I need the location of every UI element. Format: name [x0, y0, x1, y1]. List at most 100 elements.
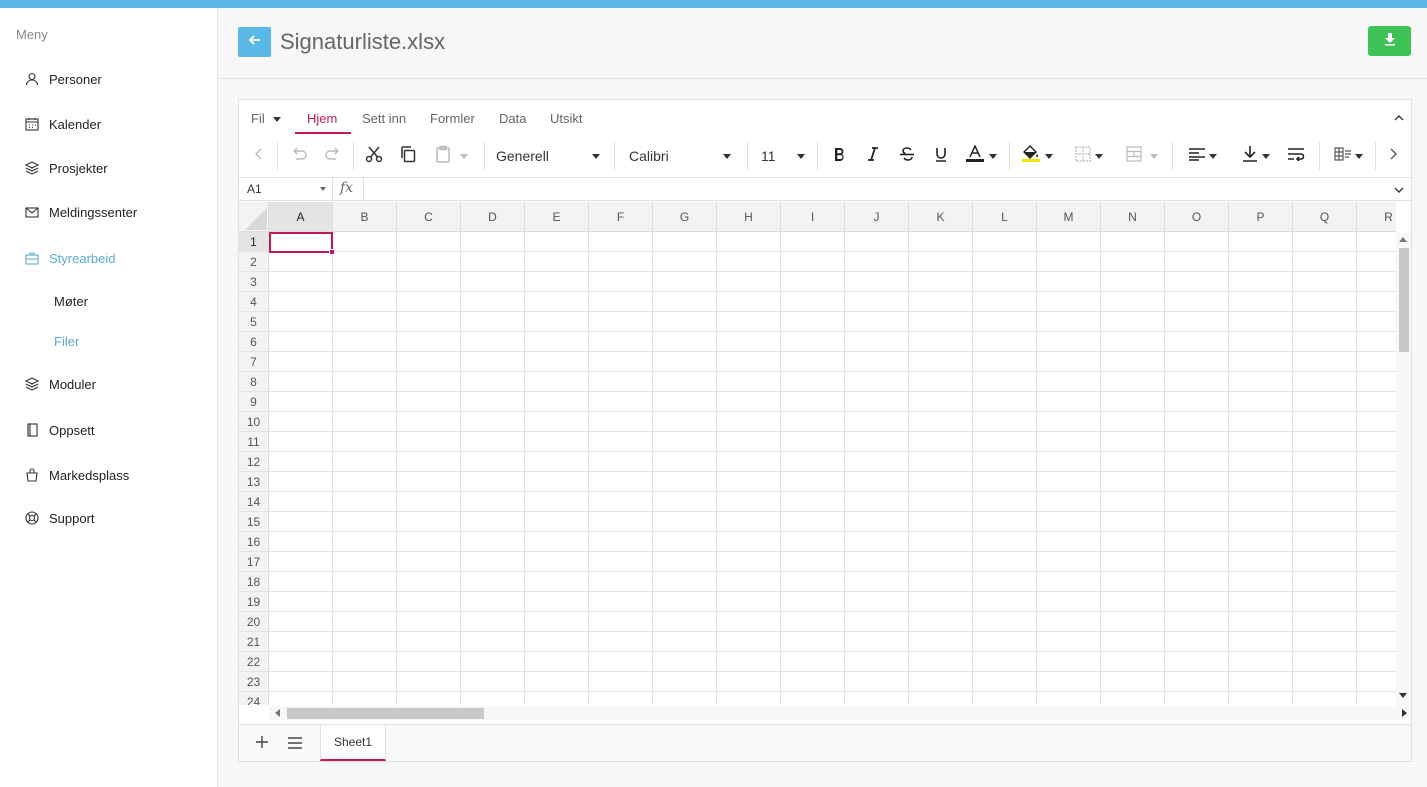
column-header-m[interactable]: M — [1037, 202, 1101, 232]
row-header-9[interactable]: 9 — [239, 392, 269, 412]
row-header-6[interactable]: 6 — [239, 332, 269, 352]
paste-button[interactable] — [431, 144, 471, 168]
sheet-tab-sheet1[interactable]: Sheet1 — [320, 725, 386, 761]
column-header-q[interactable]: Q — [1293, 202, 1357, 232]
horizontal-align-button[interactable] — [1185, 144, 1219, 168]
copy-button[interactable] — [397, 144, 419, 168]
row-header-18[interactable]: 18 — [239, 572, 269, 592]
row-header-23[interactable]: 23 — [239, 672, 269, 692]
sidebar-item-oppsett[interactable]: Oppsett — [24, 419, 95, 441]
row-header-1[interactable]: 1 — [239, 232, 269, 252]
font-family-dropdown[interactable]: Calibri — [629, 144, 731, 168]
row-header-12[interactable]: 12 — [239, 452, 269, 472]
column-header-g[interactable]: G — [653, 202, 717, 232]
row-header-5[interactable]: 5 — [239, 312, 269, 332]
sidebar-item-prosjekter[interactable]: Prosjekter — [24, 157, 108, 179]
italic-button[interactable] — [862, 144, 884, 168]
undo-button[interactable] — [288, 144, 310, 168]
column-header-r[interactable]: R — [1357, 202, 1396, 232]
column-header-i[interactable]: I — [781, 202, 845, 232]
column-header-d[interactable]: D — [461, 202, 525, 232]
column-header-p[interactable]: P — [1229, 202, 1293, 232]
sidebar-subitem-moter[interactable]: Møter — [54, 294, 88, 309]
column-header-j[interactable]: J — [845, 202, 909, 232]
row-header-4[interactable]: 4 — [239, 292, 269, 312]
column-header-n[interactable]: N — [1101, 202, 1165, 232]
sidebar-item-support[interactable]: Support — [24, 507, 95, 529]
row-header-15[interactable]: 15 — [239, 512, 269, 532]
fill-color-button[interactable] — [1017, 144, 1057, 168]
horizontal-scroll-thumb[interactable] — [287, 708, 484, 719]
toolbar-scroll-right-button[interactable] — [1385, 144, 1401, 168]
column-header-a[interactable]: A — [269, 202, 333, 232]
row-header-21[interactable]: 21 — [239, 632, 269, 652]
underline-button[interactable] — [930, 144, 952, 168]
scroll-up-arrow-icon[interactable] — [1399, 237, 1407, 242]
column-header-c[interactable]: C — [397, 202, 461, 232]
column-header-o[interactable]: O — [1165, 202, 1229, 232]
scroll-left-arrow-icon[interactable] — [275, 709, 280, 717]
row-header-24[interactable]: 24 — [239, 692, 269, 705]
sidebar-item-meldingssenter[interactable]: Meldingssenter — [24, 201, 137, 223]
vertical-align-button[interactable] — [1238, 144, 1272, 168]
active-cell-a1[interactable] — [269, 232, 333, 253]
row-header-7[interactable]: 7 — [239, 352, 269, 372]
tab-sett-inn[interactable]: Sett inn — [362, 111, 406, 126]
sidebar-item-personer[interactable]: Personer — [24, 68, 102, 90]
sidebar-item-styrearbeid[interactable]: Styrearbeid — [24, 247, 115, 269]
row-header-16[interactable]: 16 — [239, 532, 269, 552]
wrap-text-button[interactable] — [1285, 144, 1307, 168]
expand-formula-button[interactable] — [1393, 183, 1405, 201]
tab-formler[interactable]: Formler — [430, 111, 475, 126]
tab-fil[interactable]: Fil — [251, 111, 282, 126]
name-box[interactable]: A1 — [239, 178, 333, 200]
scroll-right-arrow-icon[interactable] — [1402, 709, 1407, 717]
column-header-f[interactable]: F — [589, 202, 653, 232]
vertical-scroll-thumb[interactable] — [1399, 248, 1409, 352]
column-header-b[interactable]: B — [333, 202, 397, 232]
row-header-8[interactable]: 8 — [239, 372, 269, 392]
sidebar-item-kalender[interactable]: Kalender — [24, 113, 101, 135]
row-header-11[interactable]: 11 — [239, 432, 269, 452]
cut-button[interactable] — [363, 144, 385, 168]
vertical-scrollbar[interactable] — [1396, 233, 1411, 706]
collapse-ribbon-button[interactable] — [1393, 111, 1405, 129]
font-size-dropdown[interactable]: 11 — [761, 144, 805, 168]
font-color-button[interactable] — [961, 143, 1001, 168]
formula-input[interactable] — [363, 178, 1383, 200]
row-header-22[interactable]: 22 — [239, 652, 269, 672]
sidebar-item-markedsplass[interactable]: Markedsplass — [24, 464, 129, 486]
strikethrough-button[interactable] — [896, 144, 918, 168]
sidebar-item-moduler[interactable]: Moduler — [24, 373, 96, 395]
tab-data[interactable]: Data — [499, 111, 526, 126]
row-header-19[interactable]: 19 — [239, 592, 269, 612]
row-header-17[interactable]: 17 — [239, 552, 269, 572]
row-header-10[interactable]: 10 — [239, 412, 269, 432]
column-header-k[interactable]: K — [909, 202, 973, 232]
borders-button[interactable] — [1073, 144, 1105, 168]
sidebar-subitem-filer[interactable]: Filer — [54, 334, 79, 349]
column-header-h[interactable]: H — [717, 202, 781, 232]
row-header-13[interactable]: 13 — [239, 472, 269, 492]
row-header-14[interactable]: 14 — [239, 492, 269, 512]
scroll-down-arrow-icon[interactable] — [1399, 693, 1407, 698]
merge-cells-button[interactable] — [1124, 144, 1160, 168]
back-button[interactable] — [238, 27, 271, 57]
tab-utsikt[interactable]: Utsikt — [550, 111, 583, 126]
tab-hjem[interactable]: Hjem — [307, 111, 337, 126]
row-header-3[interactable]: 3 — [239, 272, 269, 292]
sheet-list-button[interactable] — [287, 736, 303, 754]
horizontal-scrollbar[interactable] — [269, 706, 1411, 720]
download-button[interactable] — [1368, 26, 1411, 56]
add-sheet-button[interactable] — [255, 735, 269, 754]
fill-handle[interactable] — [329, 249, 335, 255]
toolbar-scroll-left-button[interactable] — [251, 144, 267, 168]
redo-button[interactable] — [322, 144, 344, 168]
number-format-dropdown[interactable]: Generell — [496, 144, 600, 168]
column-header-l[interactable]: L — [973, 202, 1037, 232]
column-header-e[interactable]: E — [525, 202, 589, 232]
row-header-2[interactable]: 2 — [239, 252, 269, 272]
bold-button[interactable] — [828, 144, 850, 168]
conditional-format-button[interactable] — [1330, 144, 1366, 168]
row-header-20[interactable]: 20 — [239, 612, 269, 632]
